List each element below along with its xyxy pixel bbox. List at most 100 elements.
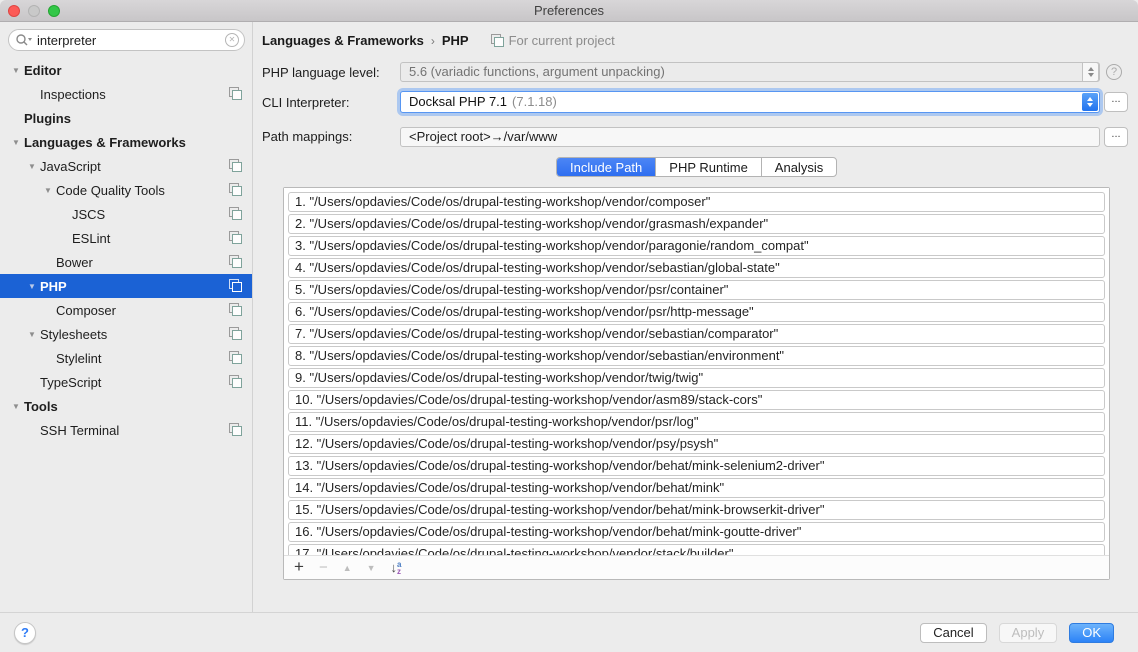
include-path-row[interactable]: 12. "/Users/opdavies/Code/os/drupal-test…: [288, 434, 1105, 454]
language-level-select[interactable]: 5.6 (variadic functions, argument unpack…: [400, 62, 1100, 82]
include-path-row[interactable]: 4. "/Users/opdavies/Code/os/drupal-testi…: [288, 258, 1105, 278]
add-path-button[interactable]: +: [294, 557, 304, 577]
include-path-row[interactable]: 16. "/Users/opdavies/Code/os/drupal-test…: [288, 522, 1105, 542]
current-project-icon: [229, 423, 242, 436]
clear-search-icon[interactable]: ✕: [225, 33, 239, 47]
sidebar-item-label: JavaScript: [40, 159, 101, 174]
include-path-row[interactable]: 7. "/Users/opdavies/Code/os/drupal-testi…: [288, 324, 1105, 344]
include-path-panel: 1. "/Users/opdavies/Code/os/drupal-testi…: [283, 187, 1110, 580]
sidebar-item-eslint[interactable]: ESLint: [0, 226, 252, 250]
path-mappings-browse-button[interactable]: ...: [1104, 127, 1128, 147]
sidebar-item-stylelint[interactable]: Stylelint: [0, 346, 252, 370]
scope-indicator: For current project: [491, 33, 615, 48]
tab-php-runtime[interactable]: PHP Runtime: [656, 158, 762, 176]
include-path-row[interactable]: 15. "/Users/opdavies/Code/os/drupal-test…: [288, 500, 1105, 520]
help-button[interactable]: ?: [14, 622, 36, 644]
include-path-row[interactable]: 10. "/Users/opdavies/Code/os/drupal-test…: [288, 390, 1105, 410]
expand-arrow-icon[interactable]: ▼: [8, 66, 24, 75]
include-path-list: 1. "/Users/opdavies/Code/os/drupal-testi…: [284, 188, 1109, 557]
zoom-button[interactable]: [48, 5, 60, 17]
sidebar-item-label: Tools: [24, 399, 58, 414]
expand-arrow-icon[interactable]: ▼: [8, 402, 24, 411]
include-path-row[interactable]: 5. "/Users/opdavies/Code/os/drupal-testi…: [288, 280, 1105, 300]
include-path-row[interactable]: 2. "/Users/opdavies/Code/os/drupal-testi…: [288, 214, 1105, 234]
move-up-button[interactable]: ▲: [343, 563, 352, 573]
sidebar-item-inspections[interactable]: Inspections: [0, 82, 252, 106]
traffic-lights: [8, 5, 60, 17]
settings-sidebar: ✕ ▼EditorInspectionsPlugins▼Languages & …: [0, 22, 253, 612]
sidebar-item-editor[interactable]: ▼Editor: [0, 58, 252, 82]
expand-arrow-icon[interactable]: ▼: [24, 330, 40, 339]
include-path-row[interactable]: 1. "/Users/opdavies/Code/os/drupal-testi…: [288, 192, 1105, 212]
expand-arrow-icon[interactable]: ▼: [24, 162, 40, 171]
sidebar-item-ssh-terminal[interactable]: SSH Terminal: [0, 418, 252, 442]
list-toolbar: + − ▲ ▼ ↓ az: [284, 555, 1109, 579]
search-input[interactable]: [8, 29, 245, 51]
language-level-value: 5.6 (variadic functions, argument unpack…: [409, 64, 665, 79]
minimize-button[interactable]: [28, 5, 40, 17]
titlebar: Preferences: [0, 0, 1138, 22]
breadcrumb-section[interactable]: Languages & Frameworks: [262, 33, 424, 48]
expand-arrow-icon[interactable]: ▼: [40, 186, 56, 195]
path-mappings-label: Path mappings:: [262, 129, 352, 144]
ok-button[interactable]: OK: [1069, 623, 1114, 643]
current-project-icon: [491, 34, 504, 47]
sidebar-item-code-quality-tools[interactable]: ▼Code Quality Tools: [0, 178, 252, 202]
sidebar-item-label: JSCS: [72, 207, 105, 222]
cli-interpreter-version: (7.1.18): [512, 94, 557, 109]
sidebar-item-typescript[interactable]: TypeScript: [0, 370, 252, 394]
include-path-row[interactable]: 14. "/Users/opdavies/Code/os/drupal-test…: [288, 478, 1105, 498]
breadcrumb-page: PHP: [442, 33, 469, 48]
current-project-icon: [229, 159, 242, 172]
current-project-icon: [229, 351, 242, 364]
cli-interpreter-browse-button[interactable]: ...: [1104, 92, 1128, 112]
sidebar-item-label: PHP: [40, 279, 67, 294]
expand-arrow-icon[interactable]: ▼: [24, 282, 40, 291]
language-level-label: PHP language level:: [262, 65, 380, 80]
sidebar-item-php[interactable]: ▼PHP: [0, 274, 252, 298]
expand-arrow-icon[interactable]: ▼: [8, 138, 24, 147]
cli-interpreter-select[interactable]: Docksal PHP 7.1 (7.1.18): [400, 91, 1100, 113]
sort-alphabetically-button[interactable]: ↓ az: [391, 560, 402, 575]
sidebar-item-label: Composer: [56, 303, 116, 318]
current-project-icon: [229, 375, 242, 388]
sidebar-item-label: SSH Terminal: [40, 423, 119, 438]
close-button[interactable]: [8, 5, 20, 17]
tab-include-path[interactable]: Include Path: [557, 158, 656, 176]
sidebar-item-javascript[interactable]: ▼JavaScript: [0, 154, 252, 178]
sidebar-item-tools[interactable]: ▼Tools: [0, 394, 252, 418]
include-path-row[interactable]: 3. "/Users/opdavies/Code/os/drupal-testi…: [288, 236, 1105, 256]
path-mappings-field[interactable]: <Project root>→/var/www: [400, 127, 1100, 147]
settings-tree: ▼EditorInspectionsPlugins▼Languages & Fr…: [0, 58, 252, 442]
remove-path-button[interactable]: −: [319, 559, 328, 576]
sidebar-item-label: Editor: [24, 63, 62, 78]
sidebar-item-stylesheets[interactable]: ▼Stylesheets: [0, 322, 252, 346]
include-path-row[interactable]: 11. "/Users/opdavies/Code/os/drupal-test…: [288, 412, 1105, 432]
sidebar-item-label: ESLint: [72, 231, 110, 246]
sidebar-item-label: Stylesheets: [40, 327, 107, 342]
sidebar-item-label: Inspections: [40, 87, 106, 102]
select-stepper-icon[interactable]: [1082, 62, 1099, 82]
tab-analysis[interactable]: Analysis: [762, 158, 836, 176]
window-title: Preferences: [0, 3, 1138, 18]
sidebar-item-bower[interactable]: Bower: [0, 250, 252, 274]
sidebar-item-label: Bower: [56, 255, 93, 270]
cancel-button[interactable]: Cancel: [920, 623, 986, 643]
include-path-row[interactable]: 6. "/Users/opdavies/Code/os/drupal-testi…: [288, 302, 1105, 322]
sidebar-item-plugins[interactable]: Plugins: [0, 106, 252, 130]
move-down-button[interactable]: ▼: [367, 563, 376, 573]
language-level-help-icon[interactable]: ?: [1106, 64, 1122, 80]
sidebar-item-jscs[interactable]: JSCS: [0, 202, 252, 226]
include-path-row[interactable]: 13. "/Users/opdavies/Code/os/drupal-test…: [288, 456, 1105, 476]
breadcrumb-separator-icon: ›: [424, 34, 442, 48]
sidebar-item-label: Code Quality Tools: [56, 183, 165, 198]
cli-interpreter-value: Docksal PHP 7.1: [409, 94, 507, 109]
apply-button[interactable]: Apply: [999, 623, 1058, 643]
sidebar-item-composer[interactable]: Composer: [0, 298, 252, 322]
include-path-row[interactable]: 8. "/Users/opdavies/Code/os/drupal-testi…: [288, 346, 1105, 366]
current-project-icon: [229, 255, 242, 268]
current-project-icon: [229, 207, 242, 220]
include-path-row[interactable]: 9. "/Users/opdavies/Code/os/drupal-testi…: [288, 368, 1105, 388]
select-stepper-icon[interactable]: [1082, 93, 1098, 111]
sidebar-item-languages-frameworks[interactable]: ▼Languages & Frameworks: [0, 130, 252, 154]
